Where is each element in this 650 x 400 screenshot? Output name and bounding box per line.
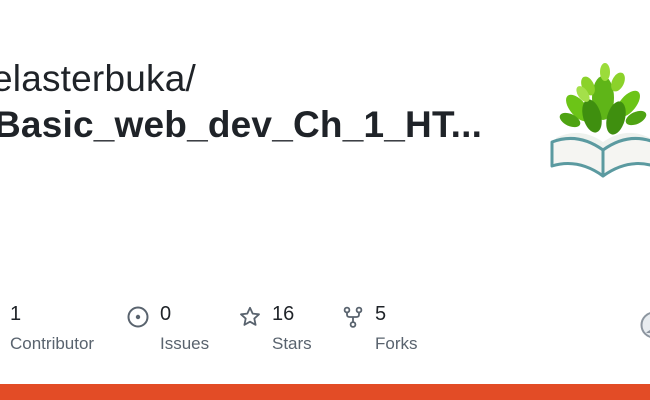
fork-icon <box>343 306 363 328</box>
forks-label: Forks <box>375 334 418 353</box>
book-with-leaves-logo <box>550 63 650 178</box>
language-bar <box>0 384 650 400</box>
forks-count: 5 <box>375 303 387 325</box>
contributors-count: 1 <box>10 303 22 325</box>
repo-name[interactable]: Basic_web_dev_Ch_1_HT... <box>0 104 482 146</box>
issues-label: Issues <box>160 334 210 353</box>
stars-label: Stars <box>272 334 312 353</box>
stars-count: 16 <box>272 303 295 325</box>
issues-count: 0 <box>160 303 172 325</box>
circle-dot-icon <box>127 306 149 328</box>
star-icon <box>240 306 260 326</box>
repo-owner[interactable]: elasterbuka/ <box>0 58 196 100</box>
repo-social-card: elasterbuka/ Basic_web_dev_Ch_1_HT... 1 … <box>0 0 650 400</box>
avatar-icon[interactable] <box>640 311 650 339</box>
contributors-label: Contributor <box>10 334 95 353</box>
